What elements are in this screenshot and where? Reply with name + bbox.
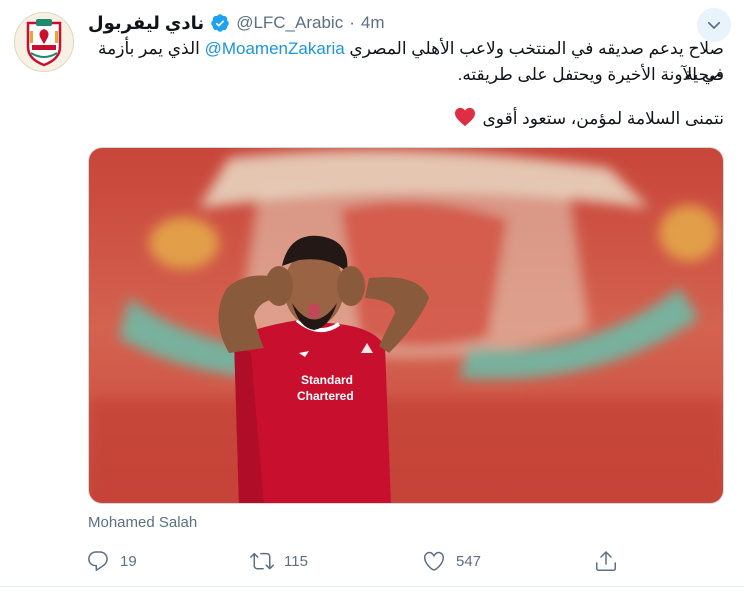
reply-button[interactable]: 19: [86, 544, 137, 578]
tweet: نادي ليفربول @LFC_Arabic · 4m صلاح يدعم …: [0, 0, 744, 595]
tweet-text-start: صلاح يدعم صديقه في المنتخب ولاعب الأهلي …: [344, 39, 724, 58]
chevron-down-icon: [707, 21, 721, 29]
photo-caption: Mohamed Salah: [88, 514, 198, 531]
share-icon: [596, 551, 616, 571]
timestamp[interactable]: 4m: [361, 13, 385, 33]
separator: ·: [349, 13, 355, 32]
red-heart-icon: [455, 107, 476, 127]
tweet-text-line-2: في الآونة الأخيرة ويحتفل على طريقته.: [457, 65, 724, 84]
display-name[interactable]: نادي ليفربول: [88, 13, 204, 34]
tweet-header: نادي ليفربول @LFC_Arabic · 4m: [88, 11, 385, 35]
liverpool-crest-icon: [26, 19, 62, 67]
verified-badge-icon: [210, 13, 230, 33]
handle[interactable]: @LFC_Arabic: [236, 13, 343, 33]
tweet-text-line-3: نتمنى السلامة لمؤمن، ستعود أقوى: [88, 106, 724, 132]
like-button[interactable]: 547: [422, 544, 481, 578]
retweet-icon: [250, 552, 274, 570]
salah-celebration-photo: Standard Chartered: [89, 148, 723, 503]
share-button[interactable]: [594, 544, 618, 578]
mention-link[interactable]: @MoamenZakaria: [205, 39, 345, 58]
reply-count: 19: [120, 552, 137, 570]
tweet-photo[interactable]: Standard Chartered: [88, 147, 724, 504]
retweet-count: 115: [284, 552, 308, 570]
like-count: 547: [456, 552, 482, 570]
divider: [0, 586, 744, 587]
heart-outline-icon: [423, 551, 445, 571]
shirt-sponsor-line-2: Chartered: [297, 389, 354, 403]
shirt-sponsor-line-1: Standard: [301, 373, 353, 387]
reply-icon: [88, 551, 108, 571]
avatar[interactable]: [14, 12, 74, 72]
tweet-actions: 19 115 547: [86, 544, 726, 578]
tweet-text-wish: نتمنى السلامة لمؤمن، ستعود أقوى: [482, 109, 724, 128]
retweet-button[interactable]: 115: [250, 544, 308, 578]
